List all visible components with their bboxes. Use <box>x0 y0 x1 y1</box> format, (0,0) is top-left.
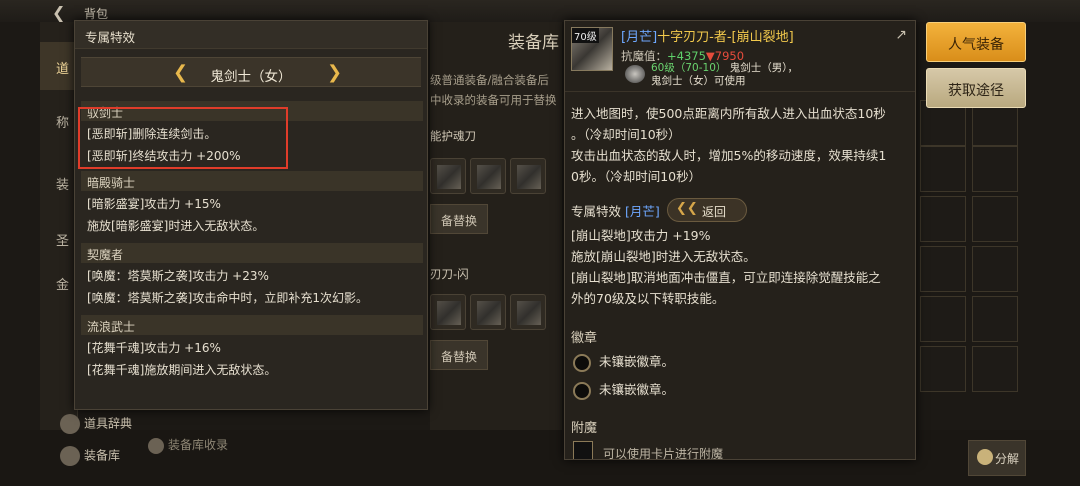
badge-title: 徽章 <box>571 331 598 346</box>
next-class-arrow-icon[interactable]: ❯ <box>327 62 342 83</box>
equipment-slot[interactable] <box>470 158 506 194</box>
library-row-label: 能护魂刀 <box>430 129 476 143</box>
nav-tab-equip[interactable]: 装 <box>40 158 78 206</box>
item-dictionary-button[interactable]: 道具辞典 <box>60 414 132 434</box>
grid-slot[interactable] <box>920 196 966 242</box>
equipment-library-title: 装备库 <box>508 33 559 53</box>
subclass-heading: 流浪武士 <box>81 315 423 335</box>
replace-button[interactable]: 备替换 <box>430 340 488 370</box>
library-desc-line: 级普通装备/融合装备后 <box>430 73 549 87</box>
nav-tab-gold[interactable]: 金 <box>40 258 78 306</box>
exclusive-effect-text: [崩山裂地]攻击力 +19% 施放[崩山裂地]时进入无敌状态。 [崩山裂地]取消… <box>571 228 881 306</box>
equipment-slot[interactable] <box>430 158 466 194</box>
equipment-slot[interactable] <box>510 294 546 330</box>
item-tooltip: 70级 [月芒]十字刃刀-者-[崩山裂地] 抗魔值：+4375▼7950 60级… <box>564 20 916 460</box>
badge-slot: 未镶嵌徽章。 <box>573 379 674 400</box>
equipment-slot[interactable] <box>430 294 466 330</box>
popular-equipment-button[interactable]: 人气装备 <box>926 22 1026 62</box>
usage-requirement: 60级（70-10） 鬼剑士（男）， 鬼剑士（女）可使用 <box>651 62 798 87</box>
bottom-bar: 道具辞典 装备库 装备库收录 <box>0 414 1080 486</box>
grid-slot[interactable] <box>972 246 1018 292</box>
library-icon <box>60 446 80 466</box>
collection-icon <box>148 437 164 454</box>
orb-icon <box>625 65 645 83</box>
class-name: 鬼剑士（女） <box>210 69 292 85</box>
grid-slot[interactable] <box>920 246 966 292</box>
top-bar: ❮ 背包 <box>0 0 1080 22</box>
library-row-label: 刃刀-闪 <box>430 267 469 281</box>
effect-line: 施放[暗影盛宴]时进入无敌状态。 <box>87 219 265 233</box>
enchant-hint: 可以使用卡片进行附魔 <box>603 447 724 460</box>
acquire-method-button[interactable]: 获取途径 <box>926 68 1026 108</box>
effect-line: [花舞千魂]攻击力 +16% <box>87 341 221 355</box>
decompose-button[interactable]: 分解 <box>968 440 1026 476</box>
library-desc-line: 中收录的装备可用于替换 <box>430 93 557 107</box>
nav-tab-title[interactable]: 称 <box>40 96 78 144</box>
item-name: [月芒]十字刃刀-者-[崩山裂地] <box>621 30 794 45</box>
item-description: 进入地图时，使500点距离内所有敌人进入出血状态10秒 。（冷却时间10秒） 攻… <box>571 106 887 184</box>
grid-slot[interactable] <box>972 146 1018 192</box>
grid-slot[interactable] <box>972 296 1018 342</box>
sword-icon: 70级 <box>571 27 613 71</box>
badge-slot: 未镶嵌徽章。 <box>573 351 674 372</box>
grid-slot[interactable] <box>920 296 966 342</box>
grid-slot[interactable] <box>972 346 1018 392</box>
grid-slot[interactable] <box>920 146 966 192</box>
empty-badge-icon <box>573 353 591 372</box>
subclass-heading: 契魔者 <box>81 243 423 263</box>
class-switcher: ❮ 鬼剑士（女） ❯ <box>81 57 421 87</box>
effect-line: [花舞千魂]施放期间进入无敌状态。 <box>87 363 277 377</box>
replace-button[interactable]: 备替换 <box>430 204 488 234</box>
equipment-library-panel <box>430 22 562 462</box>
divider <box>565 91 915 92</box>
dictionary-icon <box>60 414 80 434</box>
grid-slot[interactable] <box>920 346 966 392</box>
library-collection-button[interactable]: 装备库收录 <box>148 436 228 454</box>
decompose-icon <box>977 449 993 465</box>
nav-tab-holy[interactable]: 圣 <box>40 214 78 262</box>
share-icon[interactable]: ↗ <box>895 27 907 43</box>
subclass-heading: 暗殿骑士 <box>81 171 423 191</box>
enchant-title: 附魔 <box>571 421 598 436</box>
equipment-slot[interactable] <box>510 158 546 194</box>
exclusive-effect-popup: 专属特效 ❮ 鬼剑士（女） ❯ 驭剑士 [恶即斩]删除连续剑击。 [恶即斩]终结… <box>74 20 428 410</box>
return-button[interactable]: ❮❮ 返回 <box>667 198 747 222</box>
effect-line: [唤魔：塔莫斯之袭]攻击力 +23% <box>87 269 269 283</box>
equipment-slot[interactable] <box>470 294 506 330</box>
equipment-library-button[interactable]: 装备库 <box>60 446 120 466</box>
enchant-card-slot <box>573 441 593 459</box>
effect-line: [唤魔：塔莫斯之袭]攻击命中时，立即补充1次幻影。 <box>87 291 369 305</box>
exclusive-effect-label: 专属特效 [月芒] <box>571 204 660 219</box>
highlight-annotation-box <box>78 107 288 169</box>
empty-badge-icon <box>573 381 591 400</box>
nav-tab-items[interactable]: 道 <box>40 42 78 90</box>
back-arrow-icon[interactable]: ❮ <box>52 3 65 22</box>
grid-slot[interactable] <box>972 196 1018 242</box>
double-chevron-left-icon: ❮❮ <box>676 201 698 216</box>
effect-line: [暗影盛宴]攻击力 +15% <box>87 197 221 211</box>
item-level-tag: 70级 <box>572 28 599 43</box>
popup-header: 专属特效 <box>75 21 427 49</box>
prev-class-arrow-icon[interactable]: ❮ <box>173 62 188 83</box>
